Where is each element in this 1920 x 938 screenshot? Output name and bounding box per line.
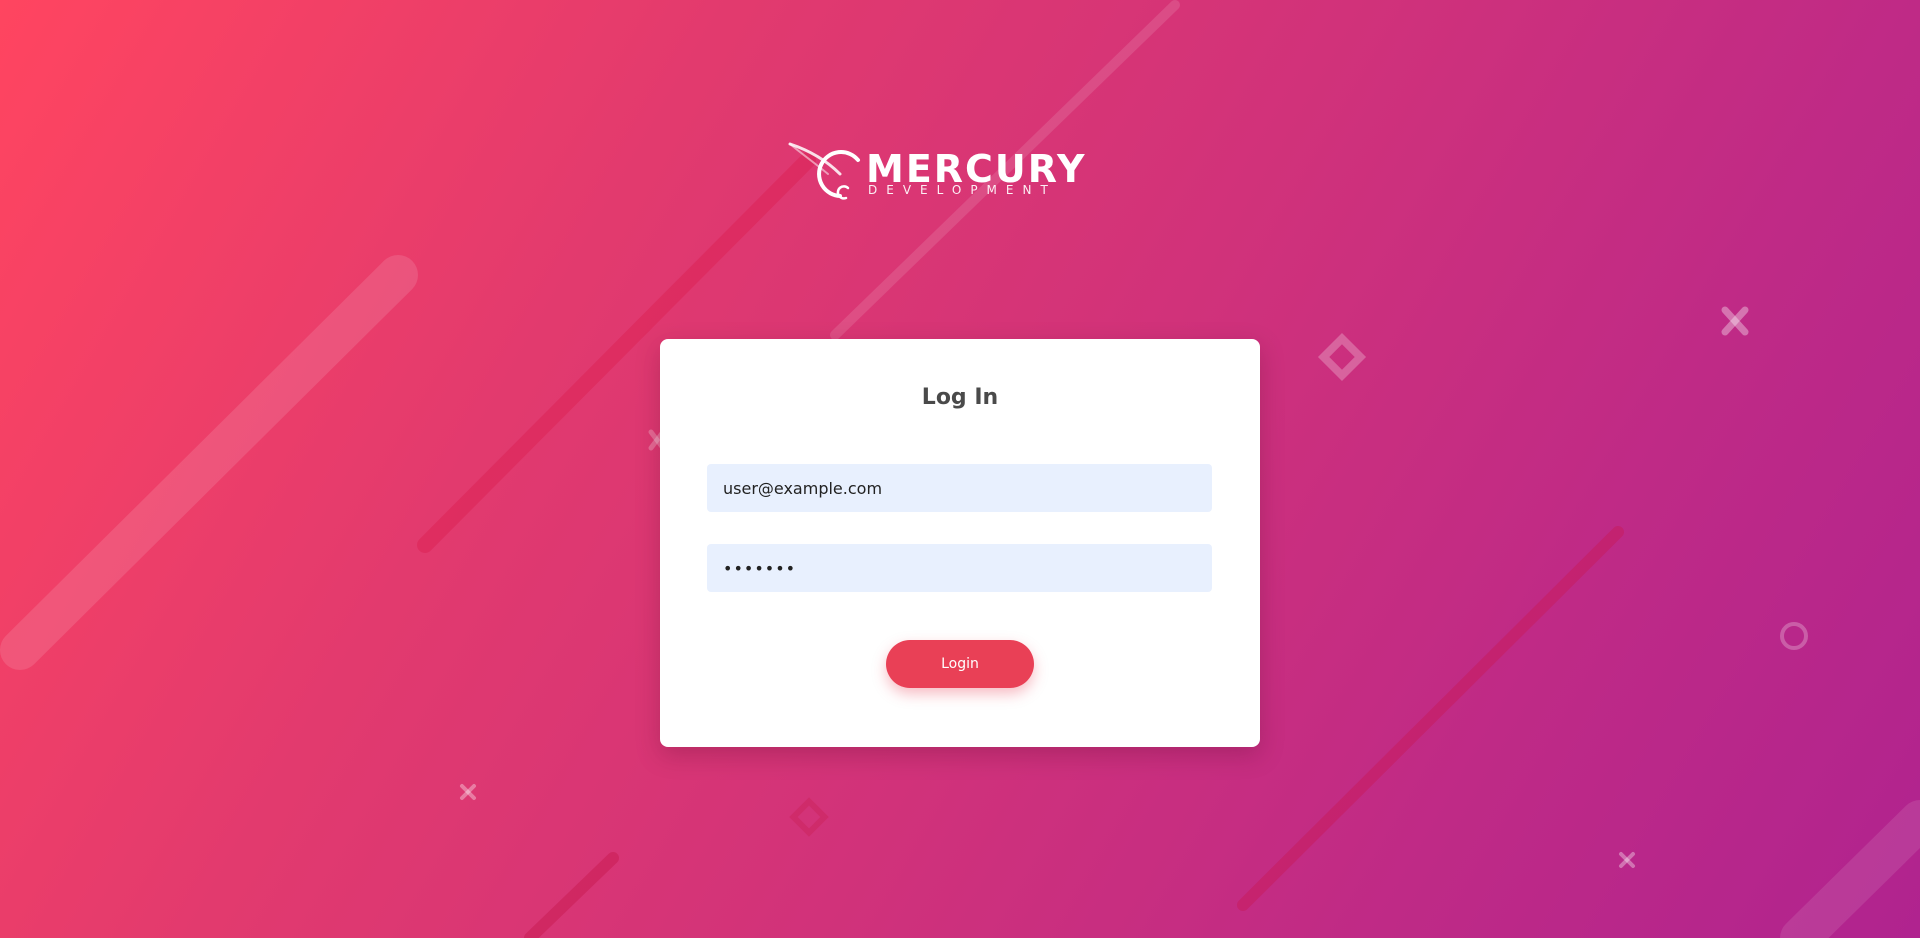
decor-stripe — [1780, 800, 1920, 938]
password-field[interactable] — [707, 544, 1212, 592]
decor-stripe — [0, 255, 418, 670]
login-card: Log In Login — [660, 339, 1260, 747]
decor-circle — [1780, 622, 1808, 650]
decor-stripe — [1237, 526, 1624, 911]
brand-logo: MERCURY DEVELOPMENT — [788, 140, 1108, 204]
mercury-orbit-icon — [788, 142, 860, 200]
decor-diamond — [789, 797, 829, 837]
decor-cross — [1619, 852, 1635, 868]
login-title: Log In — [921, 385, 999, 410]
brand-tagline: DEVELOPMENT — [868, 183, 1057, 197]
decor-diamond — [1317, 332, 1367, 382]
login-button[interactable]: Login — [886, 640, 1034, 688]
decor-stripe — [524, 852, 619, 938]
email-field[interactable] — [707, 464, 1212, 512]
decor-cross — [460, 784, 476, 800]
decor-cross — [1721, 306, 1749, 336]
